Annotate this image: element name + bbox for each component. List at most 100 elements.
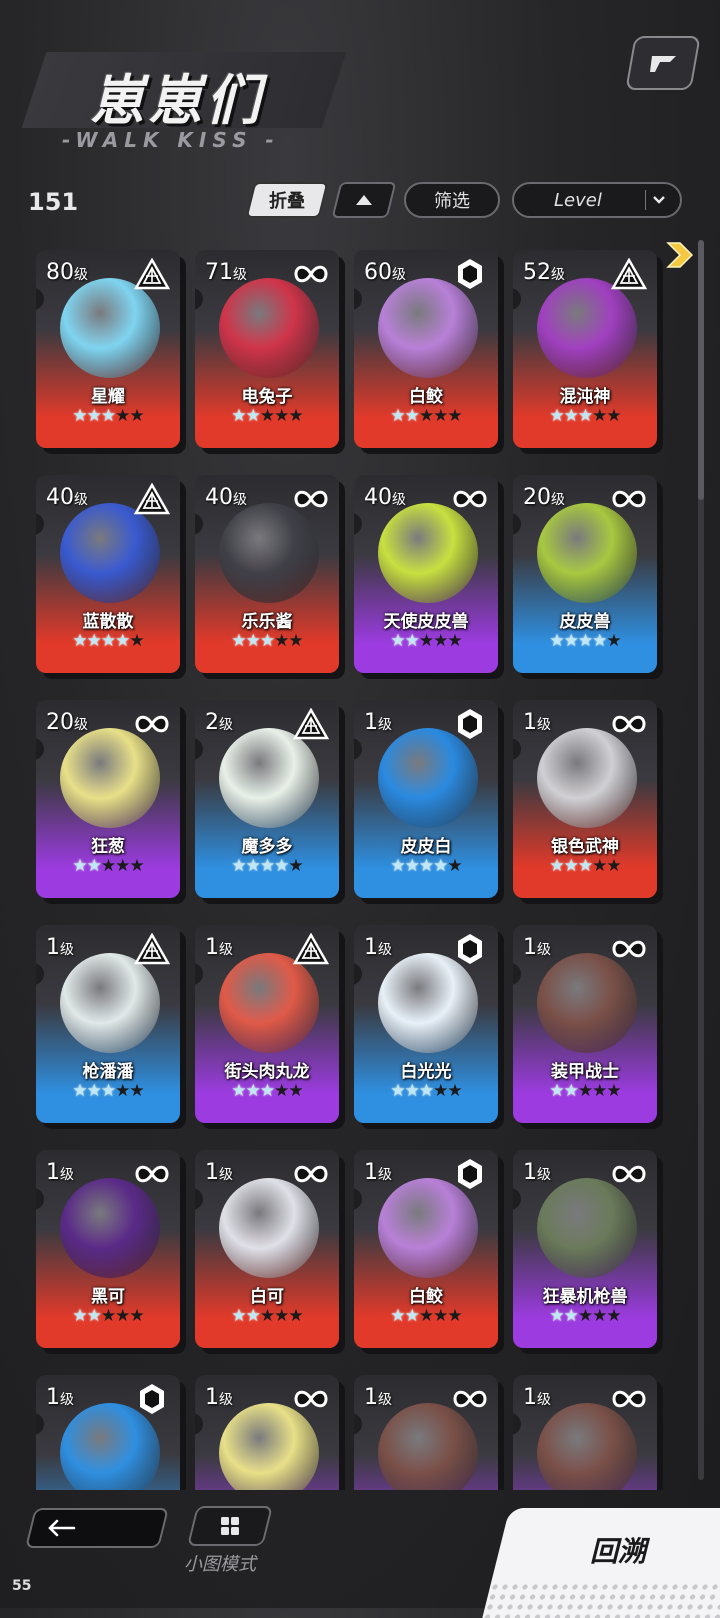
fold-button[interactable]: 折叠 <box>245 182 329 218</box>
level-value: 80 <box>46 260 74 285</box>
creature-card[interactable]: 2级 魔多多 ★★★★★ <box>195 700 339 898</box>
creature-card[interactable]: 60级 白鲛 ★★★★★ <box>354 250 498 448</box>
creature-figure <box>219 278 319 378</box>
star-icon: ★ <box>274 631 289 651</box>
creature-card[interactable]: 80级 星耀 ★★★★★ <box>36 250 180 448</box>
star-icon: ★ <box>86 1306 102 1326</box>
star-icon: ★ <box>245 856 261 876</box>
corner-menu-button[interactable] <box>625 36 701 90</box>
star-icon: ★ <box>231 1306 246 1326</box>
creature-level: 1级 <box>523 1385 551 1410</box>
creature-card[interactable]: 1级 狂暴机枪兽 ★★★★★ <box>513 1150 657 1348</box>
level-value: 60 <box>364 260 392 285</box>
star-icon: ★ <box>418 406 434 426</box>
rarity-bar <box>60 661 156 665</box>
sort-direction-button[interactable] <box>331 182 397 218</box>
creature-name: 狂暴机枪兽 <box>542 1287 628 1307</box>
creature-card[interactable]: 71级 电兔子 ★★★★★ <box>195 250 339 448</box>
fps-counter: 55 <box>12 1578 32 1594</box>
creature-card[interactable]: 40级 蓝散散 ★★★★★ <box>36 475 180 673</box>
infinity-type-icon <box>293 1383 329 1415</box>
back-button[interactable] <box>25 1508 169 1548</box>
creature-figure <box>378 503 478 603</box>
star-icon: ★ <box>563 856 579 876</box>
creature-level: 1级 <box>46 1385 74 1410</box>
creature-card[interactable]: 20级 皮皮兽 ★★★★★ <box>513 475 657 673</box>
star-rating: ★★★★★ <box>354 406 498 426</box>
rarity-bar <box>60 436 156 440</box>
star-rating: ★★★★★ <box>354 856 498 876</box>
star-icon: ★ <box>418 1081 434 1101</box>
creature-card[interactable]: 1级 黑可 ★★★★★ <box>36 1150 180 1348</box>
level-value: 52 <box>523 260 551 285</box>
creature-card[interactable]: 1级 银色武神 ★★★★★ <box>513 700 657 898</box>
infinity-type-icon <box>611 1383 647 1415</box>
star-icon: ★ <box>115 856 130 876</box>
star-icon: ★ <box>404 1081 420 1101</box>
scrollbar-thumb[interactable] <box>698 240 704 500</box>
rarity-bar <box>537 436 633 440</box>
star-icon: ★ <box>606 856 621 876</box>
star-icon: ★ <box>288 406 303 426</box>
sort-dropdown[interactable]: Level <box>512 182 682 218</box>
hex-type-icon <box>452 258 488 290</box>
star-icon: ★ <box>390 856 405 876</box>
star-icon: ★ <box>288 1306 303 1326</box>
infinity-type-icon <box>293 258 329 290</box>
scrollbar[interactable] <box>698 240 704 1480</box>
creature-card[interactable]: 1级 白可 ★★★★★ <box>195 1150 339 1348</box>
creature-figure <box>537 953 637 1053</box>
filter-button[interactable]: 筛选 <box>404 182 500 218</box>
level-value: 40 <box>46 485 74 510</box>
creature-card[interactable]: 1级 枪潘潘 ★★★★★ <box>36 925 180 1123</box>
creature-card[interactable]: 40级 乐乐酱 ★★★★★ <box>195 475 339 673</box>
creature-card[interactable]: 52级 混沌神 ★★★★★ <box>513 250 657 448</box>
star-icon: ★ <box>86 631 102 651</box>
creature-name: 白鲛 <box>409 387 443 407</box>
creature-card[interactable]: 20级 狂葱 ★★★★★ <box>36 700 180 898</box>
creature-level: 40级 <box>46 485 88 510</box>
creature-card[interactable]: 1级 <box>513 1375 657 1490</box>
level-value: 1 <box>364 1160 378 1185</box>
creature-card[interactable]: 1级 装甲战士 ★★★★★ <box>513 925 657 1123</box>
triangle-type-icon <box>133 482 171 515</box>
hex-type-icon <box>134 1383 170 1415</box>
creature-card[interactable]: 1级 街头肉丸龙 ★★★★★ <box>195 925 339 1123</box>
creature-name: 皮皮白 <box>400 837 452 857</box>
star-icon: ★ <box>563 1081 579 1101</box>
star-icon: ★ <box>563 631 579 651</box>
level-unit: 级 <box>378 1392 392 1408</box>
creature-card[interactable]: 1级 <box>354 1375 498 1490</box>
rewind-label[interactable]: 回溯 <box>590 1530 646 1570</box>
creature-card[interactable]: 1级 <box>195 1375 339 1490</box>
level-unit: 级 <box>537 942 551 958</box>
creature-card[interactable]: 40级 天使皮皮兽 ★★★★★ <box>354 475 498 673</box>
rarity-bar <box>537 661 633 665</box>
triangle-type-icon <box>292 932 330 965</box>
rarity-bar <box>219 661 315 665</box>
star-icon: ★ <box>231 1081 246 1101</box>
level-unit: 级 <box>74 717 88 733</box>
creature-card[interactable]: 1级 皮皮白 ★★★★★ <box>354 700 498 898</box>
level-unit: 级 <box>60 1392 74 1408</box>
star-icon: ★ <box>447 1306 462 1326</box>
level-unit: 级 <box>233 267 247 283</box>
creature-card[interactable]: 1级 白光光 ★★★★★ <box>354 925 498 1123</box>
star-icon: ★ <box>72 856 87 876</box>
creature-card[interactable]: 1级 <box>36 1375 180 1490</box>
creature-card[interactable]: 1级 白鲛 ★★★★★ <box>354 1150 498 1348</box>
creature-name: 电兔子 <box>241 387 293 407</box>
triangle-type-icon <box>133 257 171 290</box>
rewind-dots <box>482 1582 720 1618</box>
star-icon: ★ <box>447 856 462 876</box>
star-icon: ★ <box>72 1306 87 1326</box>
level-unit: 级 <box>378 717 392 733</box>
creature-figure <box>378 1178 478 1278</box>
star-icon: ★ <box>447 1081 462 1101</box>
creature-figure <box>60 728 160 828</box>
mini-mode-button[interactable] <box>187 1506 273 1546</box>
rarity-bar <box>378 1111 474 1115</box>
creature-figure <box>378 728 478 828</box>
star-icon: ★ <box>447 406 462 426</box>
star-icon: ★ <box>274 1306 289 1326</box>
